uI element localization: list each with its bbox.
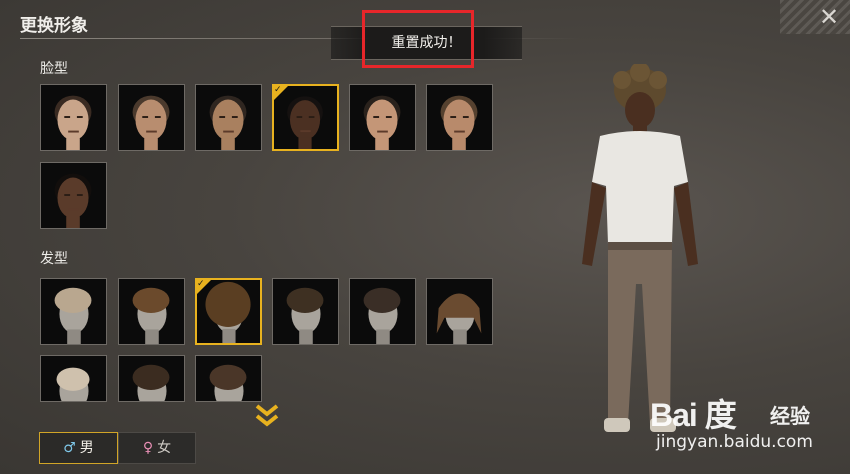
gender-male-button[interactable]: ♂ 男 bbox=[39, 432, 118, 464]
hair-option[interactable] bbox=[118, 355, 185, 402]
hair-section-label: 发型 bbox=[40, 251, 68, 267]
gender-female-button[interactable]: ♀ 女 bbox=[118, 432, 196, 464]
face-option[interactable] bbox=[349, 84, 416, 151]
page-title: 更换形象 bbox=[20, 16, 88, 36]
watermark-url: jingyan.baidu.com bbox=[656, 432, 813, 452]
gender-male-label: 男 bbox=[79, 440, 94, 456]
face-option[interactable] bbox=[195, 84, 262, 151]
face-section-label: 脸型 bbox=[40, 61, 68, 77]
hair-option[interactable] bbox=[118, 278, 185, 345]
annotation-highlight-box bbox=[362, 10, 474, 68]
hair-option[interactable] bbox=[40, 355, 107, 402]
face-option[interactable] bbox=[40, 84, 107, 151]
hair-option[interactable] bbox=[272, 278, 339, 345]
face-option[interactable] bbox=[118, 84, 185, 151]
baidu-jingyan-watermark: Bai 度 经验 jingyan.baidu.com bbox=[650, 382, 850, 472]
hair-option[interactable] bbox=[426, 278, 493, 345]
male-icon: ♂ bbox=[63, 440, 76, 456]
face-option[interactable] bbox=[40, 162, 107, 229]
selected-check-icon: ✓ bbox=[197, 280, 211, 294]
female-icon: ♀ bbox=[142, 440, 154, 456]
double-chevron-down-icon[interactable] bbox=[254, 402, 280, 430]
hair-option[interactable]: ✓ bbox=[195, 278, 262, 345]
watermark-brand: 经验 bbox=[770, 404, 810, 428]
face-option[interactable] bbox=[426, 84, 493, 151]
close-icon[interactable]: ✕ bbox=[816, 4, 842, 30]
selected-check-icon: ✓ bbox=[274, 86, 288, 100]
gender-female-label: 女 bbox=[157, 440, 172, 456]
hair-option[interactable] bbox=[40, 278, 107, 345]
hair-option[interactable] bbox=[195, 355, 262, 402]
hair-option[interactable] bbox=[349, 278, 416, 345]
baidu-logo: Bai 度 bbox=[650, 397, 737, 433]
face-option[interactable]: ✓ bbox=[272, 84, 339, 151]
